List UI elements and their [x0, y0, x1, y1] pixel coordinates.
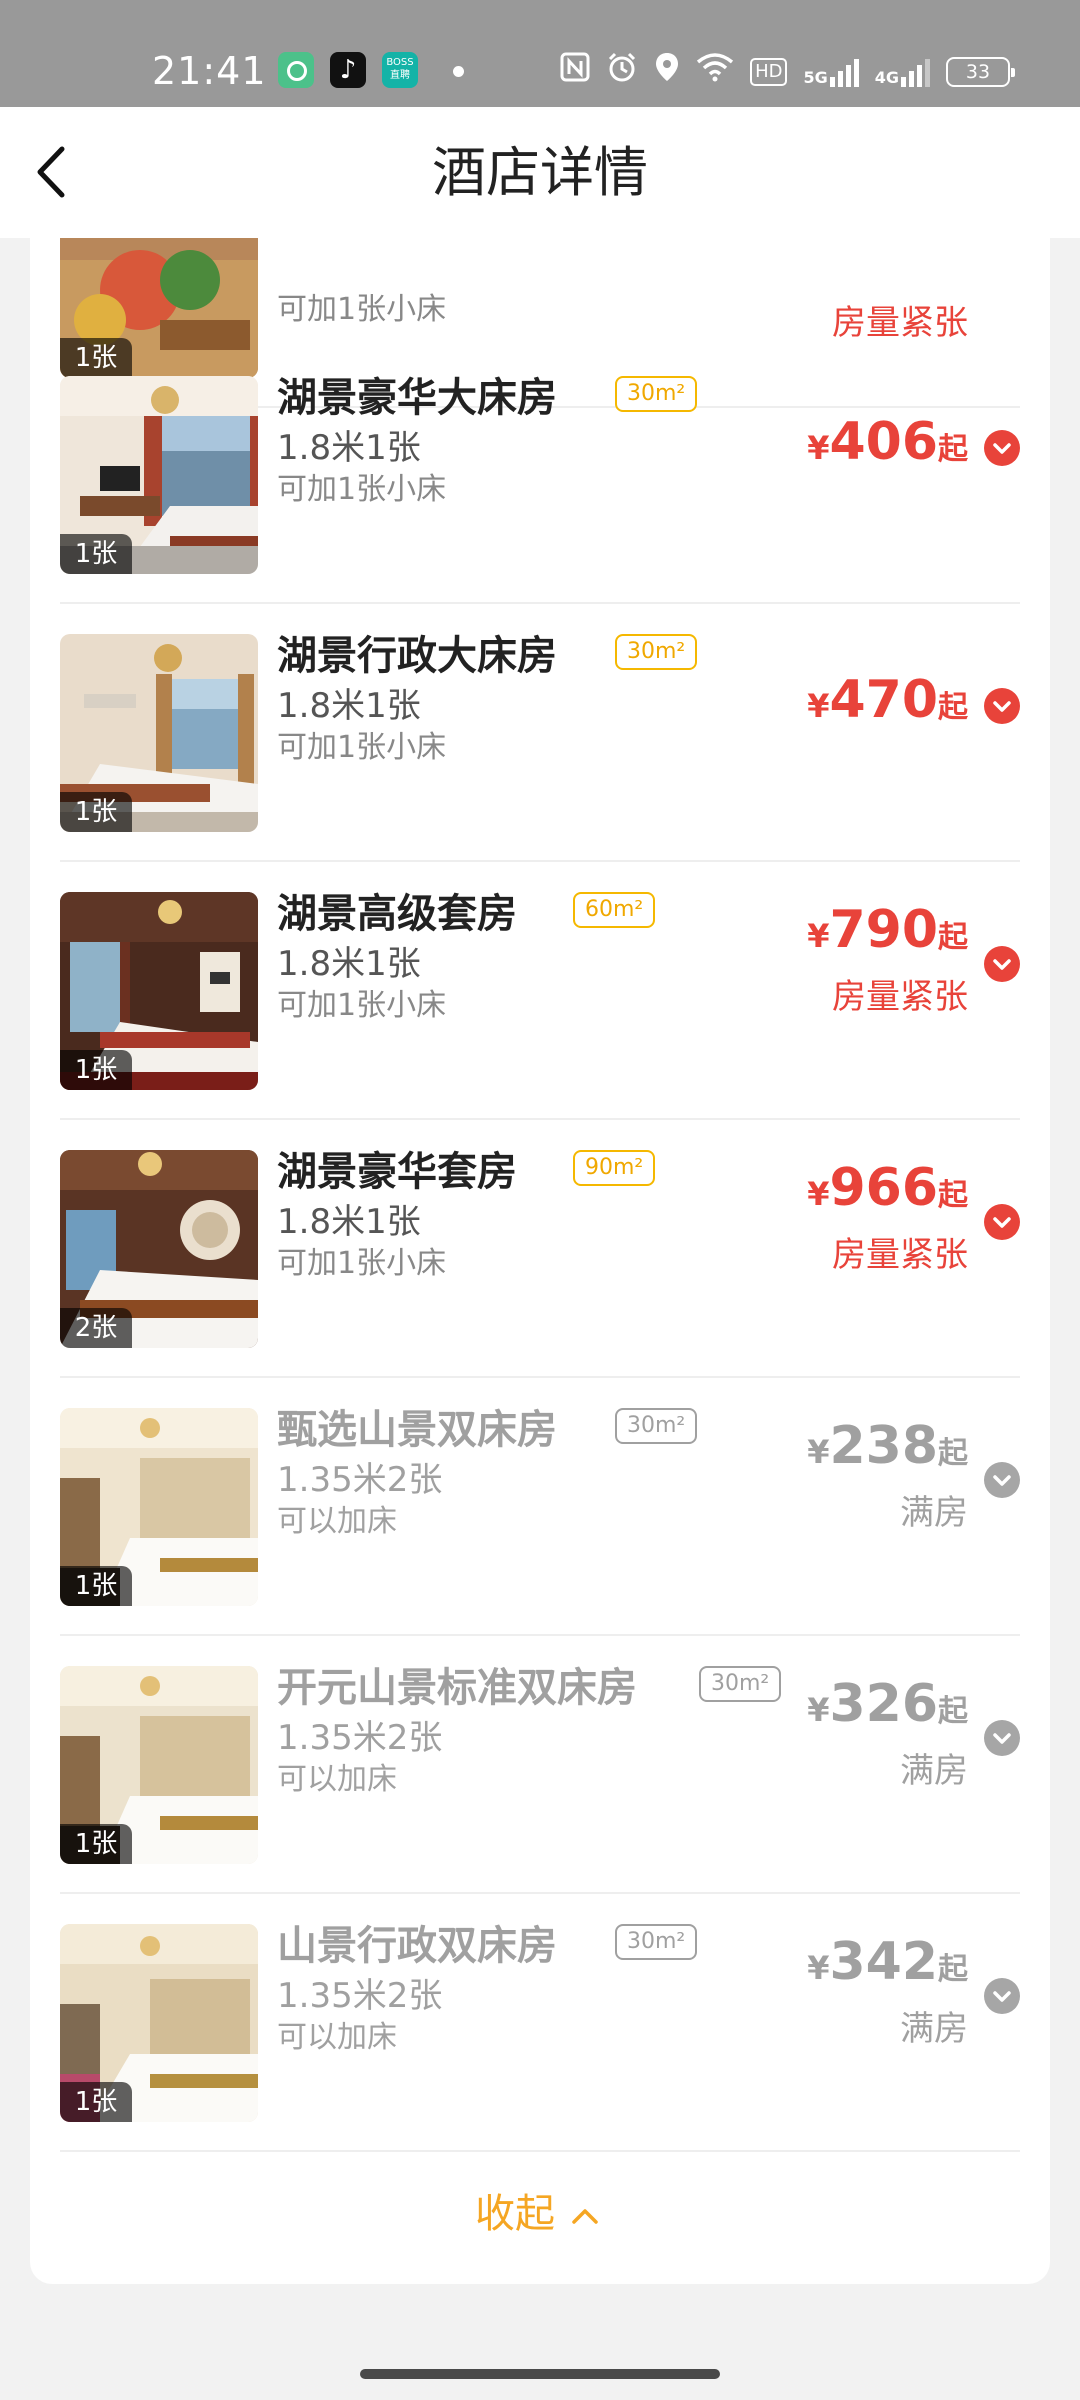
stock-status: 房量紧张 — [832, 1235, 968, 1275]
chevron-down-icon — [993, 701, 1011, 712]
chevron-down-icon — [993, 1733, 1011, 1744]
stock-status: 满房 — [900, 1493, 968, 1533]
room-name: 山景行政双床房 — [277, 1923, 557, 1969]
message-app-icon — [278, 52, 314, 88]
room-area-badge: 90m² — [573, 1150, 656, 1186]
room-area-badge: 30m² — [615, 1408, 698, 1444]
room-name: 湖景高级套房 — [277, 891, 517, 937]
room-row[interactable]: 1张 山景行政双床房 30m² 1.35米2张 可以加床 ¥342起 满房 — [60, 1894, 1020, 2152]
room-row[interactable]: 1张 湖景豪华大床房 30m² 1.8米1张 可加1张小床 ¥406起 — [60, 346, 1020, 604]
chevron-down-icon — [993, 443, 1011, 454]
room-bed-info: 1.8米1张 — [277, 944, 421, 984]
wifi-icon — [696, 52, 734, 92]
room-area-badge: 30m² — [615, 634, 698, 670]
bed-count-badge: 2张 — [60, 1308, 132, 1348]
room-bed-info: 1.35米2张 — [277, 1976, 443, 2016]
expand-room-button[interactable] — [984, 1978, 1020, 2014]
collapse-label: 收起 — [475, 2191, 555, 2237]
stock-status: 满房 — [900, 2009, 968, 2049]
room-photo: 2张 — [60, 1150, 258, 1348]
tiktok-icon: ♪ — [330, 52, 366, 88]
room-bed-info: 1.35米2张 — [277, 1718, 443, 1758]
location-icon — [654, 51, 680, 93]
status-bar: 21:41 ♪ BOSS 直聘 HD 5G 4G 33 — [0, 0, 1080, 107]
bed-count-badge: 1张 — [60, 1566, 132, 1606]
room-row[interactable]: 1张 甄选山景双床房 30m² 1.35米2张 可以加床 ¥238起 满房 — [60, 1378, 1020, 1636]
room-extra-bed: 可加1张小床 — [277, 292, 447, 327]
bed-count-badge: 1张 — [60, 534, 132, 574]
boss-zhipin-icon: BOSS 直聘 — [382, 52, 418, 88]
bed-count-badge: 1张 — [60, 2082, 132, 2122]
room-name: 开元山景标准双床房 — [277, 1665, 637, 1711]
room-name: 湖景行政大床房 — [277, 633, 557, 679]
room-area-badge: 30m² — [615, 376, 698, 412]
notification-dot — [453, 66, 464, 77]
signal-4g-icon: 4G — [875, 57, 930, 87]
bed-count-badge: 1张 — [60, 1824, 132, 1864]
room-row[interactable]: 1张 湖景行政大床房 30m² 1.8米1张 可加1张小床 ¥470起 — [60, 604, 1020, 862]
room-bed-info: 1.8米1张 — [277, 686, 421, 726]
collapse-button[interactable]: 收起 — [30, 2184, 1050, 2244]
chevron-down-icon — [993, 1475, 1011, 1486]
room-extra-bed: 可加1张小床 — [277, 1246, 447, 1281]
room-price: ¥406起 — [807, 412, 968, 472]
signal-5g-icon: 5G — [803, 57, 859, 87]
room-extra-bed: 可加1张小床 — [277, 472, 447, 507]
room-name: 湖景豪华套房 — [277, 1149, 517, 1195]
room-price: ¥342起 — [807, 1932, 968, 1992]
room-bed-info: 1.8米1张 — [277, 1202, 421, 1242]
home-indicator[interactable] — [360, 2369, 720, 2379]
room-extra-bed: 可以加床 — [277, 1504, 397, 1539]
room-area-badge: 30m² — [699, 1666, 782, 1702]
app-header: 酒店详情 — [0, 107, 1080, 238]
room-photo: 1张 — [60, 1408, 258, 1606]
bed-count-badge: 1张 — [60, 792, 132, 832]
status-time: 21:41 — [152, 49, 267, 93]
room-bed-info: 1.35米2张 — [277, 1460, 443, 1500]
room-price: ¥790起 — [807, 900, 968, 960]
nfc-icon — [560, 52, 590, 92]
room-photo: 1张 — [60, 1924, 258, 2122]
expand-room-button[interactable] — [984, 430, 1020, 466]
chevron-down-icon — [993, 1217, 1011, 1228]
bed-count-badge: 1张 — [60, 1050, 132, 1090]
room-extra-bed: 可以加床 — [277, 2020, 397, 2055]
room-photo: 1张 — [60, 1666, 258, 1864]
expand-room-button[interactable] — [984, 1720, 1020, 1756]
alarm-icon — [606, 51, 638, 93]
stock-status: 房量紧张 — [832, 303, 968, 343]
room-extra-bed: 可加1张小床 — [277, 730, 447, 765]
chevron-down-icon — [993, 959, 1011, 970]
expand-room-button[interactable] — [984, 1204, 1020, 1240]
page-title: 酒店详情 — [432, 141, 648, 204]
room-extra-bed: 可以加床 — [277, 1762, 397, 1797]
room-row[interactable]: 1张 开元山景标准双床房 30m² 1.35米2张 可以加床 ¥326起 满房 — [60, 1636, 1020, 1894]
room-photo: 1张 — [60, 376, 258, 574]
expand-room-button[interactable] — [984, 688, 1020, 724]
room-photo: 1张 — [60, 634, 258, 832]
room-area-badge: 30m² — [615, 1924, 698, 1960]
hd-voice-icon: HD — [750, 58, 788, 86]
room-area-badge: 60m² — [573, 892, 656, 928]
stock-status: 满房 — [900, 1751, 968, 1791]
room-photo: 1张 — [60, 892, 258, 1090]
room-price: ¥470起 — [807, 670, 968, 730]
room-extra-bed: 可加1张小床 — [277, 988, 447, 1023]
room-bed-info: 1.8米1张 — [277, 428, 421, 468]
stock-status: 房量紧张 — [832, 977, 968, 1017]
chevron-down-icon — [993, 1991, 1011, 2002]
chevron-up-icon — [565, 2196, 605, 2236]
room-price: ¥966起 — [807, 1158, 968, 1218]
expand-room-button[interactable] — [984, 1462, 1020, 1498]
room-name: 湖景豪华大床房 — [277, 375, 557, 421]
battery-icon: 33 — [946, 57, 1015, 87]
status-icons: HD 5G 4G 33 — [560, 51, 1015, 93]
room-name: 甄选山景双床房 — [277, 1407, 557, 1453]
room-price: ¥238起 — [807, 1416, 968, 1476]
room-price: ¥326起 — [807, 1674, 968, 1734]
room-row[interactable]: 2张 湖景豪华套房 90m² 1.8米1张 可加1张小床 ¥966起 房量紧张 — [60, 1120, 1020, 1378]
room-list: 1张 可加1张小床 房量紧张 1张 湖景豪华大床房 30m² 1.8米1张 可加… — [30, 238, 1050, 2284]
room-row[interactable]: 1张 湖景高级套房 60m² 1.8米1张 可加1张小床 ¥790起 房量紧张 — [60, 862, 1020, 1120]
expand-room-button[interactable] — [984, 946, 1020, 982]
